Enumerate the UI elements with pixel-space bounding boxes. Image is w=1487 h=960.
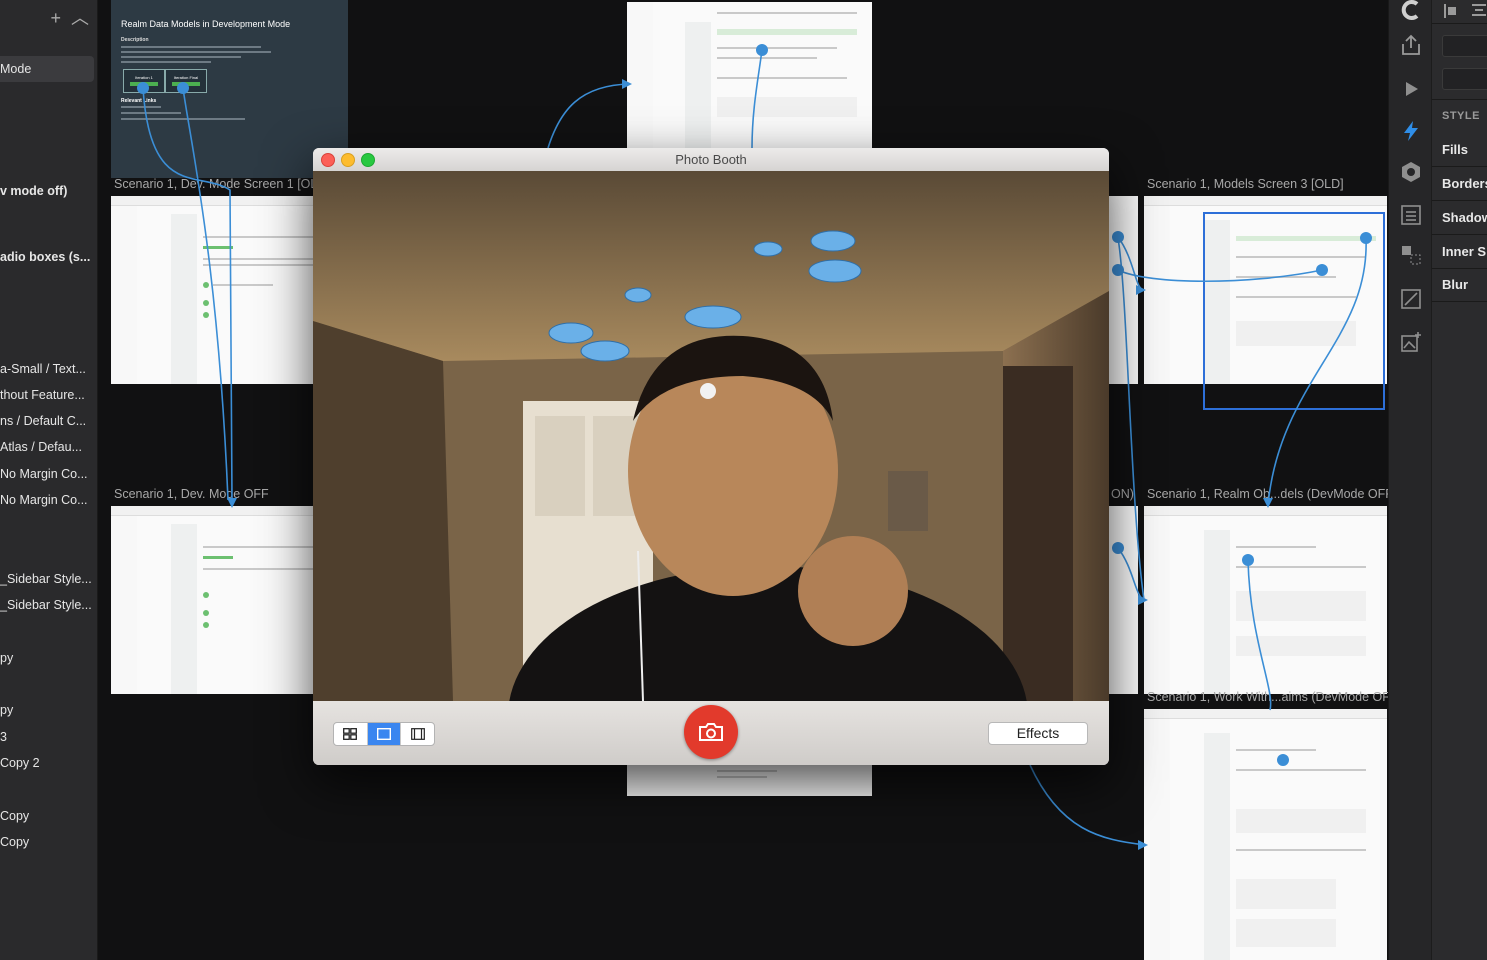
inspector-field-1[interactable] — [1442, 35, 1487, 57]
layer-item[interactable]: No Margin Co... — [0, 461, 97, 487]
add-icon[interactable]: + — [50, 8, 61, 28]
artboard-label[interactable]: Scenario 1, Realm Ob...dels (DevMode OFF… — [1147, 487, 1397, 501]
add-image-icon[interactable] — [1399, 330, 1423, 354]
artboard-label[interactable]: Scenario 1, Dev. Mode Screen 1 [OLD] — [114, 177, 330, 191]
layer-item[interactable] — [0, 855, 97, 881]
artboard-bottom-middle[interactable] — [627, 760, 872, 796]
layer-item[interactable]: py — [0, 697, 97, 723]
share-icon[interactable] — [1399, 33, 1423, 57]
artboard-label[interactable]: Scenario 1, Dev. Mode OFF — [114, 487, 269, 501]
align-left-icon[interactable] — [1444, 4, 1458, 18]
artboard-dev-mode-screen-1[interactable] — [111, 196, 326, 384]
iteration-1-label: Iteration 1 — [135, 75, 153, 80]
grid-view-icon[interactable] — [334, 723, 368, 745]
artboard-dark-title: Realm Data Models in Development Mode — [121, 19, 291, 29]
layer-item[interactable]: thout Feature... — [0, 382, 97, 408]
artboard-center-right-2[interactable] — [1108, 506, 1138, 694]
relevant-links-heading: Relevant Links — [121, 98, 157, 104]
lightning-icon[interactable] — [1399, 119, 1423, 143]
layer-item[interactable] — [0, 618, 97, 644]
camera-scene — [313, 171, 1109, 701]
window-title: Photo Booth — [675, 152, 747, 167]
layer-item[interactable]: adio boxes (s... — [0, 244, 97, 270]
layer-item[interactable]: Copy 2 — [0, 750, 97, 776]
craft-plugin-icon[interactable] — [1399, 0, 1423, 24]
layer-item[interactable] — [0, 908, 97, 934]
play-icon[interactable] — [1399, 77, 1423, 101]
selection-rectangle — [1203, 212, 1385, 410]
layer-item[interactable]: _Sidebar Style... — [0, 592, 97, 618]
fills-section[interactable]: Fills — [1442, 142, 1468, 157]
layer-item[interactable]: a-Small / Text... — [0, 356, 97, 382]
filmstrip-view-icon[interactable] — [401, 723, 434, 745]
camera-preview — [313, 171, 1109, 701]
artboard-label[interactable]: ON) — [1111, 487, 1134, 501]
inspector-field-2[interactable] — [1442, 68, 1487, 90]
list-icon[interactable] — [1399, 203, 1423, 227]
layer-item[interactable] — [0, 671, 97, 697]
layer-item[interactable]: 3 — [0, 724, 97, 750]
photo-booth-titlebar[interactable]: Photo Booth — [313, 148, 1109, 172]
layer-item[interactable]: v mode off) — [0, 178, 97, 204]
photo-booth-window[interactable]: Photo Booth Effects — [313, 148, 1109, 765]
shadows-section[interactable]: Shadows — [1442, 210, 1487, 225]
sidebar-top-icons: + ︿ — [40, 4, 89, 30]
symbol-layout-icon[interactable] — [1399, 243, 1423, 267]
camera-icon — [699, 723, 723, 741]
layer-item[interactable] — [0, 540, 97, 566]
blur-section[interactable]: Blur — [1442, 277, 1468, 292]
artboard-dev-mode-off[interactable] — [111, 506, 326, 694]
single-view-icon[interactable] — [367, 723, 402, 745]
layer-item[interactable]: Atlas / Defau... — [0, 434, 97, 460]
layer-item[interactable] — [0, 881, 97, 907]
inspector-panel: STYLE Fills Borders Shadows Inner Sh Blu… — [1431, 0, 1487, 960]
layer-item[interactable]: Mode — [0, 56, 94, 82]
view-mode-switch[interactable] — [333, 722, 435, 746]
iteration-final-label: Iteration Final — [173, 75, 199, 80]
layer-item[interactable]: Copy — [0, 803, 97, 829]
distribute-icon[interactable] — [1472, 4, 1486, 18]
effects-button[interactable]: Effects — [988, 722, 1088, 745]
collapse-icon[interactable]: ︿ — [71, 8, 89, 28]
layer-item[interactable]: No Margin Co... — [0, 487, 97, 513]
inner-shadows-section[interactable]: Inner Sh — [1442, 244, 1487, 259]
artboard-top-middle[interactable] — [627, 2, 872, 148]
hexagon-icon[interactable] — [1399, 160, 1423, 184]
artboard-label[interactable]: Scenario 1, Models Screen 3 [OLD] — [1147, 177, 1344, 191]
image-edit-icon[interactable] — [1399, 287, 1423, 311]
layer-item[interactable] — [0, 776, 97, 802]
layer-item[interactable]: Copy — [0, 829, 97, 855]
take-photo-button[interactable] — [684, 705, 738, 759]
artboard-work-with-claims[interactable] — [1144, 709, 1387, 960]
artboard-label[interactable]: Scenario 1, Work With...aims (DevMode OF… — [1147, 690, 1402, 704]
iteration-1-box[interactable]: Iteration 1 — [123, 69, 165, 93]
iteration-final-box[interactable]: Iteration Final — [165, 69, 207, 93]
right-toolbar — [1388, 0, 1432, 960]
photo-booth-toolbar: Effects — [313, 701, 1109, 765]
borders-section[interactable]: Borders — [1442, 176, 1487, 191]
artboard-dark-section: Description — [121, 37, 149, 43]
layer-item[interactable]: _Sidebar Style... — [0, 566, 97, 592]
layers-sidebar: + ︿ Mode v mode off) adio boxes (s... a-Smal… — [0, 0, 98, 960]
style-header: STYLE — [1442, 110, 1480, 122]
artboard-center-right-1[interactable] — [1108, 196, 1138, 384]
layer-item[interactable]: py — [0, 645, 97, 671]
layer-item[interactable]: ns / Default C... — [0, 408, 97, 434]
artboard-realm-object-models[interactable] — [1144, 506, 1387, 694]
